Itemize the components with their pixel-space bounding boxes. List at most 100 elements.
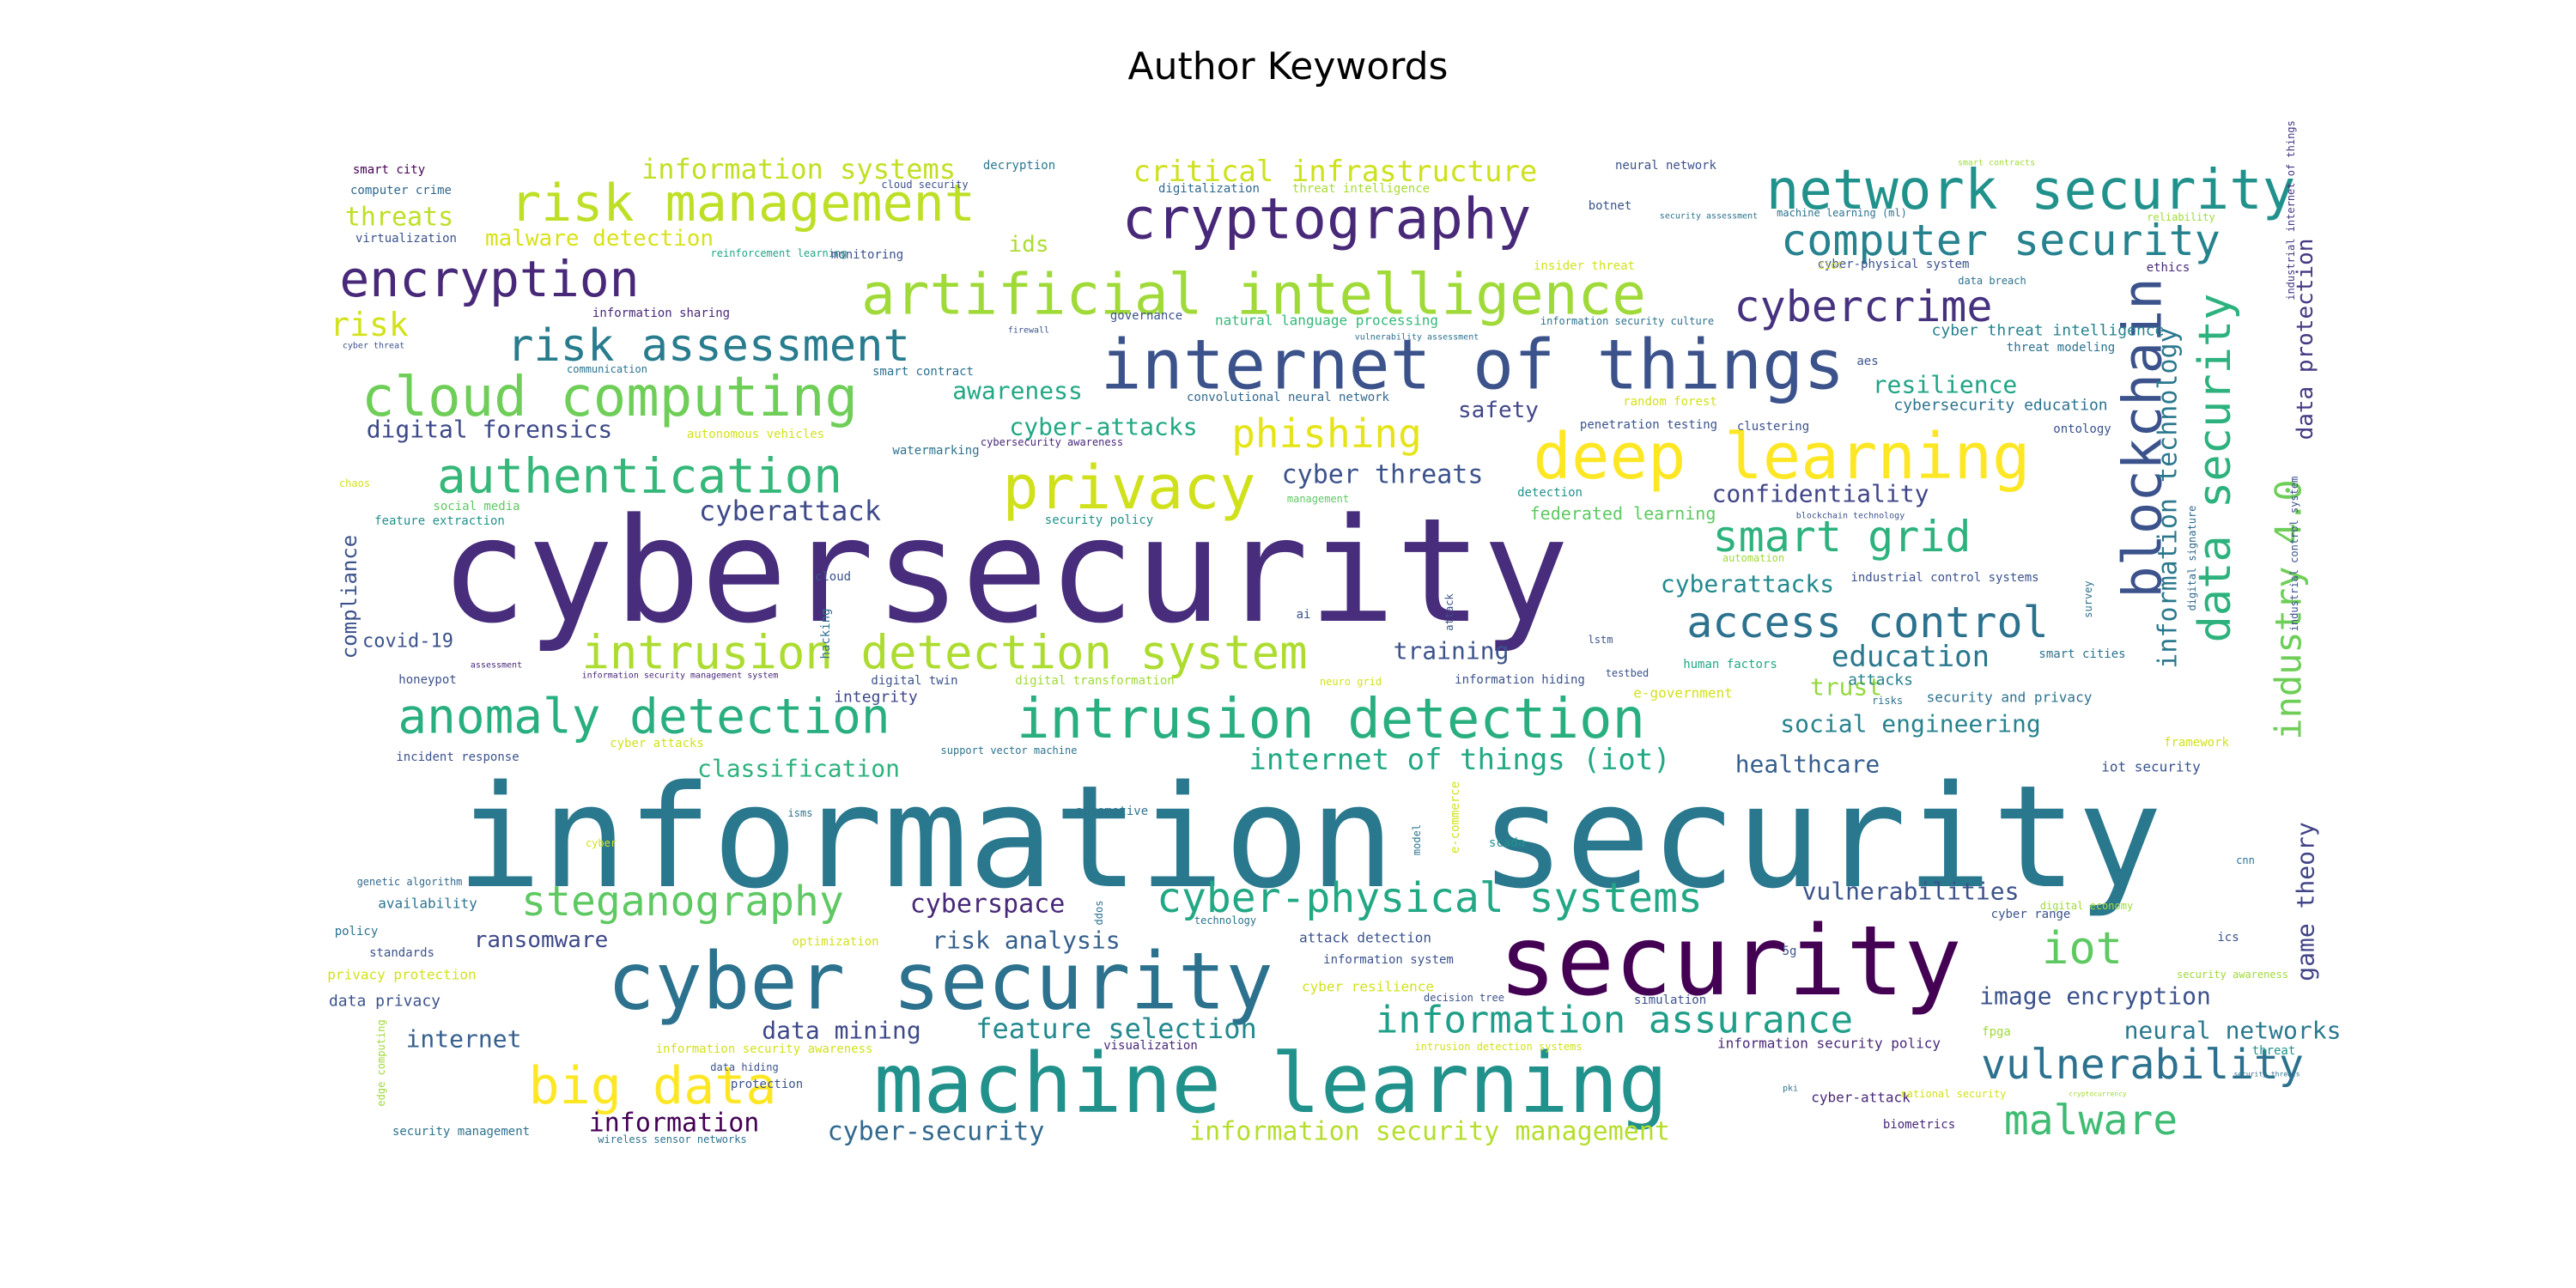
word-automotive: automotive	[1076, 805, 1148, 818]
word-neuro-grid: neuro grid	[1320, 676, 1382, 688]
word-wireless-sensor-networks: wireless sensor networks	[598, 1133, 746, 1145]
word-intrusion-detection: intrusion detection	[1017, 688, 1645, 751]
word-information-hiding: information hiding	[1455, 673, 1585, 687]
word-5g: 5g	[1783, 945, 1797, 958]
word-cyberspace: cyberspace	[910, 890, 1066, 920]
word-support-vector-machine: support vector machine	[941, 744, 1078, 756]
word-social-engineering: social engineering	[1780, 710, 2040, 738]
word-smart-city: smart city	[353, 163, 425, 177]
word-ontology: ontology	[2053, 422, 2111, 436]
word-ethics: ethics	[2147, 261, 2190, 275]
word-security-and-privacy: security and privacy	[1927, 690, 2093, 706]
word-information-technology: information technology	[2154, 327, 2184, 668]
word-digital-forensics: digital forensics	[367, 416, 613, 444]
word-reinforcement-learning: reinforcement learning	[711, 247, 848, 259]
word-digital-economy: digital economy	[2040, 900, 2133, 912]
word-honeypot: honeypot	[398, 673, 456, 687]
word-aes: aes	[1856, 355, 1878, 368]
word-neural-networks: neural networks	[2124, 1017, 2342, 1045]
word-steganography: steganography	[521, 878, 844, 926]
word-cyber: cyber	[586, 837, 617, 849]
word-technology: technology	[1194, 914, 1256, 927]
word-feature-extraction: feature extraction	[374, 514, 505, 528]
word-cyber-attacks: cyber attacks	[610, 737, 704, 750]
word-optimization: optimization	[792, 935, 878, 949]
word-machine-learning-ml: machine learning (ml)	[1777, 207, 1907, 219]
word-security-management: security management	[392, 1125, 530, 1139]
word-decision-tree: decision tree	[1424, 992, 1504, 1004]
word-iot-security: iot security	[2101, 759, 2201, 775]
word-malware: malware	[2004, 1097, 2178, 1145]
word-framework: framework	[2164, 736, 2229, 750]
word-encryption: encryption	[339, 250, 639, 308]
word-convolutional-neural-network: convolutional neural network	[1187, 391, 1390, 404]
word-governance: governance	[1110, 309, 1182, 323]
word-computer-crime: computer crime	[350, 184, 452, 197]
word-autonomous-vehicles: autonomous vehicles	[687, 428, 824, 441]
word-automation: automation	[1722, 552, 1784, 564]
word-classification: classification	[697, 755, 900, 783]
word-simulation: simulation	[1634, 993, 1706, 1007]
word-neural-network: neural network	[1615, 159, 1717, 173]
word-cryptography: cryptography	[1122, 186, 1532, 252]
word-e-commerce: e-commerce	[1449, 781, 1462, 854]
word-availability: availability	[378, 896, 477, 912]
word-game-theory: game theory	[2292, 822, 2320, 981]
word-ddos: ddos	[1093, 901, 1105, 926]
word-digitalization: digitalization	[1158, 182, 1260, 196]
word-covid-19: covid-19	[362, 631, 453, 653]
word-information-security-awareness: information security awareness	[656, 1042, 873, 1056]
word-cybersecurity-education: cybersecurity education	[1893, 397, 2107, 415]
word-education: education	[1832, 640, 1990, 674]
word-ai: ai	[1297, 608, 1311, 622]
word-risk-analysis: risk analysis	[932, 927, 1120, 955]
word-incident-response: incident response	[396, 750, 519, 764]
word-internet: internet	[406, 1025, 522, 1054]
word-security-policy: security policy	[1045, 513, 1153, 527]
word-genetic-algorithm: genetic algorithm	[357, 876, 463, 888]
word-information-sharing: information sharing	[592, 307, 730, 320]
word-protection: protection	[731, 1078, 803, 1091]
word-risks: risks	[1872, 695, 1903, 707]
word-information-system: information system	[1323, 953, 1454, 967]
word-privacy: privacy	[1002, 453, 1255, 523]
word-hacking: hacking	[819, 608, 833, 659]
word-human-factors: human factors	[1683, 658, 1777, 671]
word-safety: safety	[1458, 398, 1539, 423]
word-information-security-policy: information security policy	[1717, 1036, 1941, 1052]
word-vulnerability-assessment: vulnerability assessment	[1355, 333, 1479, 343]
word-security-assessment: security assessment	[1660, 212, 1758, 222]
word-visualization: visualization	[1103, 1039, 1198, 1053]
word-survey: survey	[2082, 580, 2094, 617]
word-watermarking: watermarking	[892, 444, 979, 458]
word-assessment: assessment	[471, 661, 522, 671]
word-cloud: information securitycybersecuritysecurit…	[327, 120, 2342, 1159]
word-threat: threat	[2252, 1044, 2296, 1058]
word-ids: ids	[1009, 232, 1049, 258]
word-monitoring: monitoring	[831, 248, 903, 262]
word-social-media: social media	[433, 500, 519, 513]
word-model: model	[1411, 824, 1423, 855]
word-iot: iot	[2042, 923, 2123, 975]
word-chaos: chaos	[339, 477, 370, 489]
word-management: management	[1287, 493, 1349, 505]
word-ransomware: ransomware	[474, 927, 609, 953]
word-data-mining: data mining	[762, 1017, 920, 1045]
word-iiot: iiot	[1819, 259, 1844, 271]
word-smart-contracts: smart contracts	[1958, 159, 2035, 168]
word-intrusion-detection-systems: intrusion detection systems	[1414, 1041, 1582, 1053]
word-industrial-internet-of-things: industrial internet of things	[2285, 120, 2297, 301]
word-decryption: decryption	[983, 159, 1055, 173]
word-smart-cities: smart cities	[2038, 647, 2125, 661]
word-image-encryption: image encryption	[1979, 982, 2211, 1011]
word-data-breach: data breach	[1958, 275, 2026, 287]
word-isms: isms	[788, 807, 813, 819]
word-healthcare: healthcare	[1735, 750, 1880, 779]
word-vulnerabilities: vulnerabilities	[1802, 878, 2020, 906]
word-insider-threat: insider threat	[1534, 259, 1635, 273]
word-threat-modeling: threat modeling	[2007, 341, 2115, 355]
word-cryptocurrency: cryptocurrency	[2069, 1091, 2127, 1098]
word-cyber-threats: cyber threats	[1282, 460, 1484, 490]
word-cyber-security: cyber-security	[828, 1117, 1045, 1147]
word-security-threats: security threats	[2233, 1071, 2300, 1078]
